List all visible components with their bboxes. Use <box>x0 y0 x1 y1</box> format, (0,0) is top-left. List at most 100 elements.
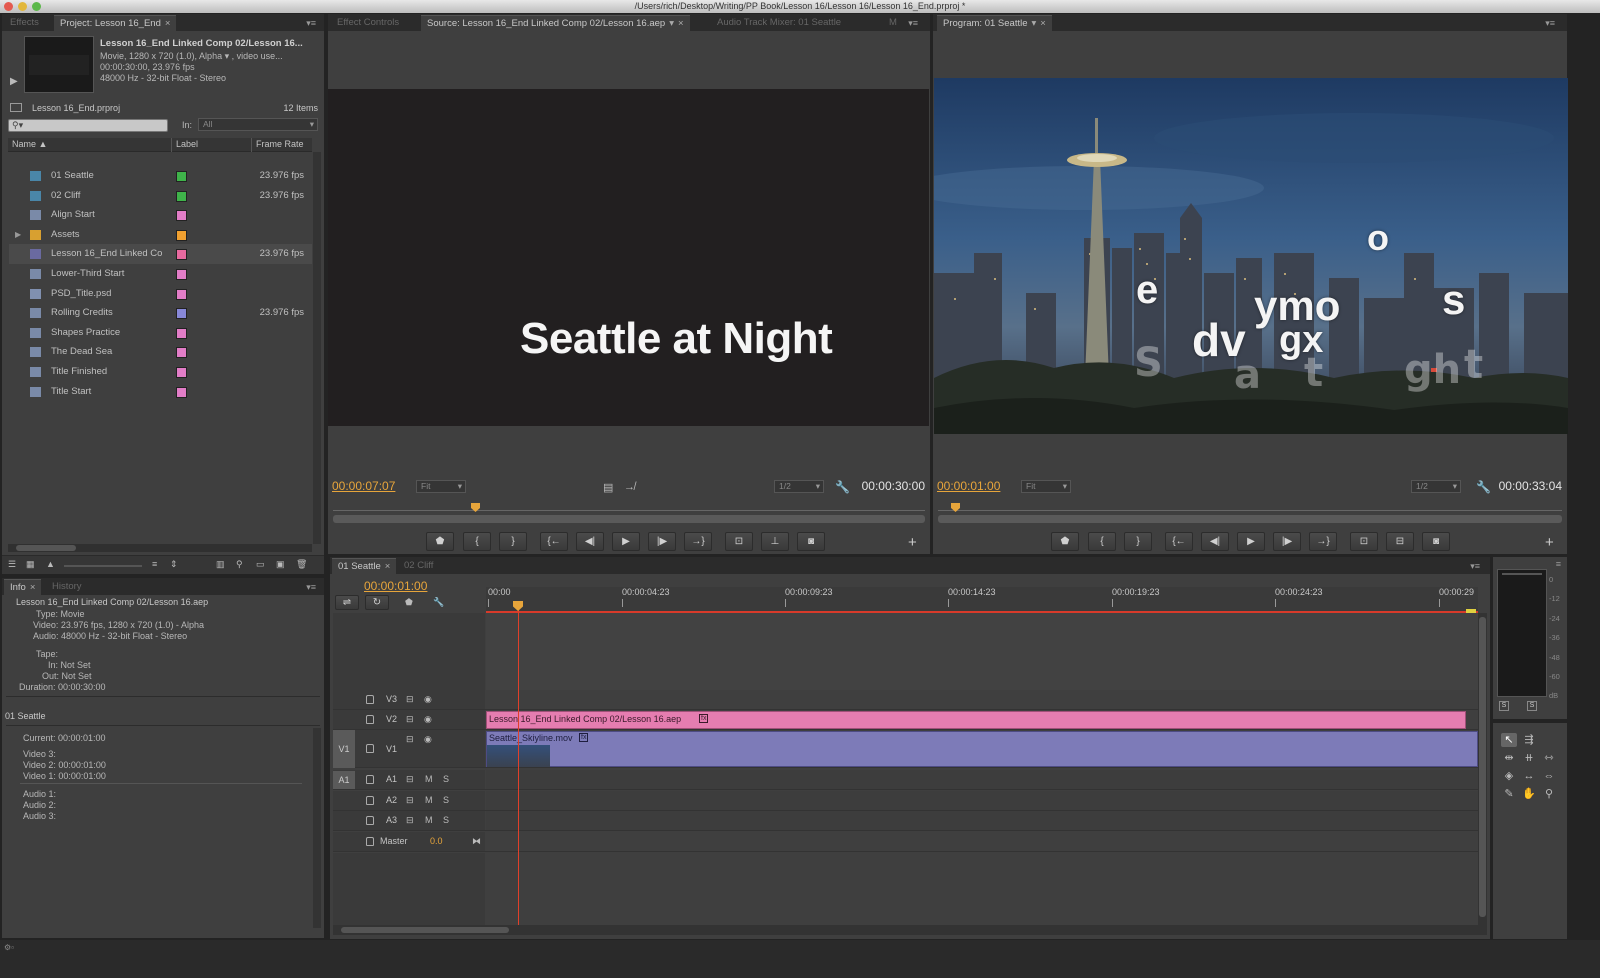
project-item[interactable]: Lesson 16_End Linked Co 23.976 fps <box>9 244 312 264</box>
source-patch-a1[interactable]: A1 <box>333 771 355 789</box>
label-swatch[interactable] <box>176 327 187 339</box>
timeline-playhead-line[interactable] <box>518 602 519 925</box>
hand-tool-icon[interactable]: ✋ <box>1521 787 1537 801</box>
eye-icon[interactable]: ◉ <box>424 714 432 725</box>
slide-tool-icon[interactable]: ⇔ <box>1541 769 1557 783</box>
project-item[interactable]: Shapes Practice <box>9 323 312 343</box>
toggle-sync-icon[interactable]: ⊟ <box>406 774 414 785</box>
project-item[interactable]: Lower-Third Start <box>9 264 312 284</box>
label-swatch[interactable] <box>176 269 187 280</box>
nest-toggle-button[interactable]: ⇌ <box>335 595 359 610</box>
razor-tool-icon[interactable]: ◈ <box>1501 769 1517 783</box>
source-timecode[interactable]: 00:00:07:07 <box>332 479 395 493</box>
tab-02-cliff[interactable]: 02 Cliff <box>398 558 439 574</box>
source-clip-dropdown-icon[interactable]: ▾ <box>669 18 674 29</box>
solo-left-button[interactable]: S <box>1499 701 1509 711</box>
tab-01-seattle[interactable]: 01 Seattle × <box>332 558 397 574</box>
mark-in-button[interactable]: { <box>1088 532 1116 551</box>
lock-icon[interactable] <box>366 695 374 704</box>
toggle-sync-icon[interactable]: ⊟ <box>406 795 414 806</box>
project-item[interactable]: ▶ Assets <box>9 225 312 245</box>
panel-menu-icon[interactable]: ▾≡ <box>1545 18 1555 29</box>
program-time-ruler[interactable] <box>938 501 1562 511</box>
tab-history[interactable]: History <box>46 579 88 595</box>
lock-icon[interactable] <box>366 837 374 846</box>
lock-icon[interactable] <box>366 715 374 724</box>
find-icon[interactable]: ⚲ <box>236 559 243 570</box>
zoom-out-icon[interactable]: ▲ <box>46 559 55 569</box>
insert-button[interactable]: ⊡ <box>725 532 753 551</box>
automate-icon[interactable]: ▥ <box>216 559 225 570</box>
zoom-window-button[interactable] <box>32 2 41 11</box>
source-patch-v1[interactable]: V1 <box>333 730 355 768</box>
snap-button[interactable]: ↻ <box>365 595 389 610</box>
info-scrollbar[interactable] <box>313 728 321 928</box>
add-marker-button[interactable]: ⬟ <box>426 532 454 551</box>
step-back-button[interactable]: ◀| <box>1201 532 1229 551</box>
toggle-sync-icon[interactable]: ⊟ <box>406 694 414 705</box>
mute-button[interactable]: M <box>425 774 433 784</box>
timeline-timecode[interactable]: 00:00:01:00 <box>364 579 427 593</box>
sort-icons-icon[interactable]: ≡ <box>152 559 157 569</box>
close-icon[interactable]: × <box>385 561 391 572</box>
step-back-button[interactable]: ◀| <box>576 532 604 551</box>
new-item-icon[interactable]: ▣ <box>276 559 285 570</box>
step-forward-button[interactable]: |▶ <box>1273 532 1301 551</box>
go-to-out-button[interactable]: →} <box>684 532 712 551</box>
tab-info[interactable]: Info × <box>4 579 42 595</box>
project-item[interactable]: Rolling Credits 23.976 fps <box>9 303 312 323</box>
panel-menu-icon[interactable]: ▾≡ <box>908 18 918 29</box>
label-swatch[interactable] <box>176 229 187 241</box>
project-item[interactable]: PSD_Title.psd <box>9 284 312 304</box>
project-item[interactable]: The Dead Sea <box>9 342 312 362</box>
label-swatch[interactable] <box>176 249 187 261</box>
source-time-ruler[interactable] <box>333 501 925 511</box>
zoom-tool-icon[interactable]: ⚲ <box>1541 787 1557 801</box>
close-icon[interactable]: × <box>30 582 36 593</box>
close-icon[interactable]: × <box>165 18 171 29</box>
column-label[interactable]: Label <box>176 139 198 149</box>
panel-menu-icon[interactable]: ▾≡ <box>306 582 316 593</box>
lock-icon[interactable] <box>366 796 374 805</box>
master-volume-value[interactable]: 0.0 <box>430 836 443 846</box>
rate-stretch-tool-icon[interactable]: ⇿ <box>1541 751 1557 765</box>
in-dropdown[interactable]: All <box>198 118 318 131</box>
label-swatch[interactable] <box>176 210 187 222</box>
project-item[interactable]: Title Finished <box>9 362 312 382</box>
tab-audio-track-mixer[interactable]: Audio Track Mixer: 01 Seattle <box>711 15 847 31</box>
track-select-tool-icon[interactable]: ⇶ <box>1521 733 1537 747</box>
lock-icon[interactable] <box>366 775 374 784</box>
clip-v2-linked-comp[interactable]: Lesson 16_End Linked Comp 02/Lesson 16.a… <box>486 711 1466 729</box>
tab-effects[interactable]: Effects <box>4 15 45 31</box>
go-to-in-button[interactable]: {← <box>1165 532 1193 551</box>
play-button[interactable]: ▶ <box>612 532 640 551</box>
clip-v1-skyline[interactable]: Seattle_Skiyline.mov fx <box>486 731 1478 767</box>
close-window-button[interactable] <box>4 2 13 11</box>
mark-out-button[interactable]: } <box>1124 532 1152 551</box>
search-input[interactable]: ⚲▾ <box>8 119 168 132</box>
program-resolution-dropdown[interactable]: 1/2 <box>1411 480 1461 493</box>
trash-icon[interactable]: 🗑 <box>296 559 307 570</box>
expand-triangle-icon[interactable]: ▶ <box>15 225 21 244</box>
program-zoom-dropdown[interactable]: Fit <box>1021 480 1071 493</box>
solo-button[interactable]: S <box>443 795 449 805</box>
go-to-in-button[interactable]: {← <box>540 532 568 551</box>
rolling-edit-tool-icon[interactable]: ⧺ <box>1521 751 1537 765</box>
source-zoom-dropdown[interactable]: Fit <box>416 480 466 493</box>
sort-order-icon[interactable]: ⇕ <box>170 559 178 570</box>
lift-button[interactable]: ⊡ <box>1350 532 1378 551</box>
label-swatch[interactable] <box>176 347 187 359</box>
timeline-vscrollbar[interactable] <box>1478 613 1487 925</box>
ripple-edit-tool-icon[interactable]: ⇹ <box>1501 751 1517 765</box>
program-timecode[interactable]: 00:00:01:00 <box>937 479 1000 493</box>
close-icon[interactable]: × <box>678 18 684 29</box>
project-item[interactable]: Align Start <box>9 205 312 225</box>
solo-button[interactable]: S <box>443 815 449 825</box>
lock-icon[interactable] <box>366 744 374 753</box>
label-swatch[interactable] <box>176 190 187 202</box>
label-swatch[interactable] <box>176 171 187 182</box>
sequence-dropdown-icon[interactable]: ▾ <box>1032 18 1037 29</box>
program-video-frame[interactable]: Sa t gh t e dv ymo gx o s <box>934 78 1568 434</box>
solo-right-button[interactable]: S <box>1527 701 1537 711</box>
slip-tool-icon[interactable]: ↔ <box>1521 769 1537 783</box>
